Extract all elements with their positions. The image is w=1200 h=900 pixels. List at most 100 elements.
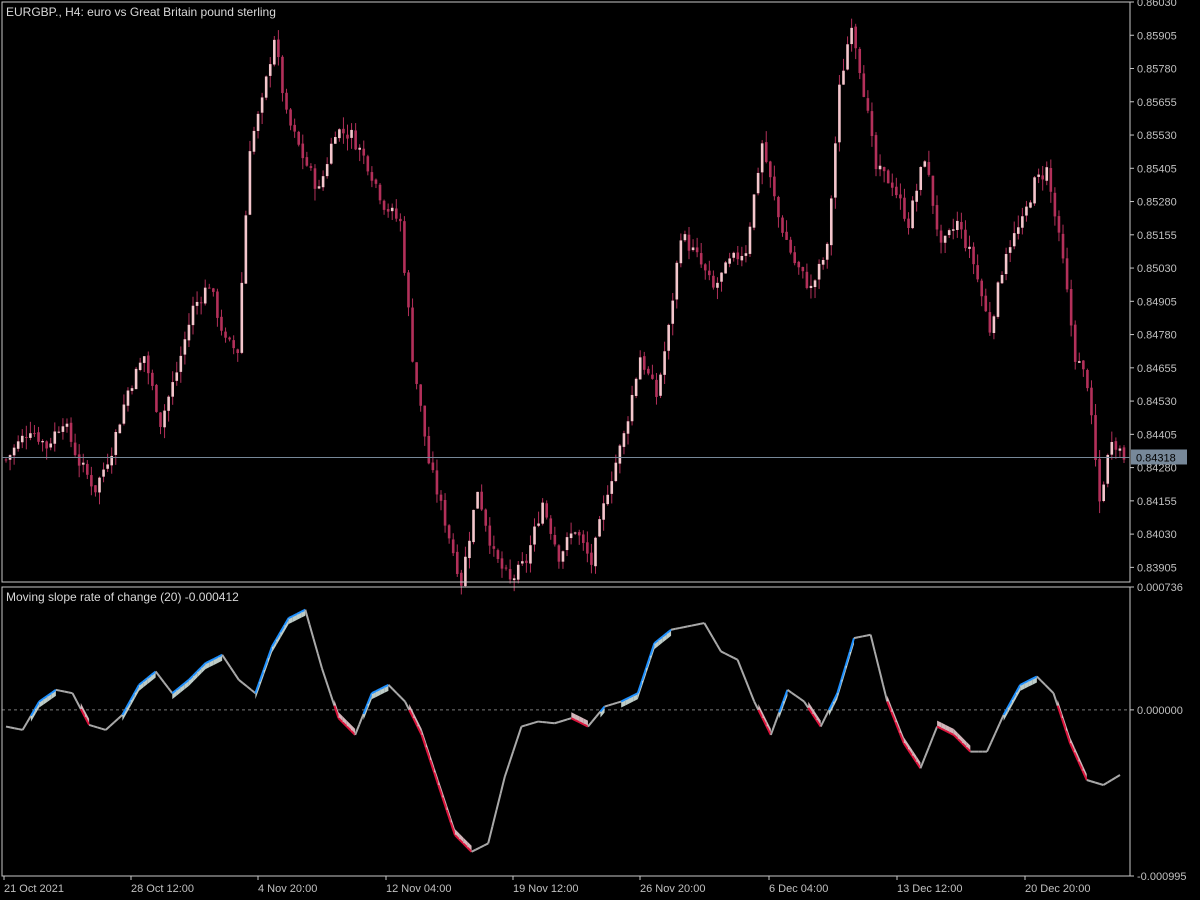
x-axis: 21 Oct 2021 28 Oct 12:00 4 Nov 20:00 12 Nov… (3, 876, 1090, 895)
candle-body (1025, 206, 1028, 216)
candle-body (756, 172, 760, 194)
candle-body (703, 264, 707, 271)
candle-body (736, 252, 740, 260)
candle-body (874, 135, 878, 170)
indicator-segment (71, 692, 78, 702)
candle-body (1061, 233, 1065, 259)
candle-body (20, 435, 24, 443)
candle-body (366, 156, 370, 172)
main-y-tick-label: 0.85280 (1137, 197, 1177, 209)
candle-body (354, 130, 357, 150)
candle-body (1118, 448, 1122, 451)
indicator-segment (769, 723, 776, 736)
indicator-segment (68, 691, 73, 695)
candle-body (130, 388, 134, 391)
indicator-segment (882, 684, 889, 702)
candle-body (651, 374, 654, 379)
x-tick-label: 6 Dec 04:00 (769, 883, 828, 895)
candle-body (943, 235, 947, 243)
indicator-segment (803, 700, 810, 709)
indicator-segment (159, 676, 165, 683)
main-panel-frame (1, 1, 1131, 583)
indicator-segment (740, 669, 747, 682)
candle-body (25, 437, 28, 439)
indicator-segment (167, 687, 174, 694)
candle-body (492, 546, 496, 549)
candle-body (1053, 192, 1057, 217)
candle-body (431, 462, 435, 471)
candle-body (1049, 168, 1053, 192)
indicator-segment (744, 680, 751, 692)
candle-body (911, 200, 914, 229)
indicator-segment (105, 725, 111, 731)
candle-body (687, 234, 691, 251)
candle-body (305, 157, 309, 166)
candle-body (659, 374, 662, 396)
main-y-tick-label: 0.84530 (1137, 396, 1177, 408)
indicator-segment (720, 650, 726, 655)
indicator-segment (728, 654, 734, 659)
candle-body (1000, 274, 1004, 284)
indicator-segment (749, 690, 756, 702)
candle-body (956, 220, 959, 230)
candle-body (789, 239, 792, 253)
candle-body (862, 73, 866, 97)
indicator-series (2, 608, 1130, 853)
indicator-segment (687, 624, 693, 628)
indicator-segment (823, 709, 830, 719)
candle-body (403, 221, 406, 273)
indicator-segment (75, 700, 82, 710)
candle-body (281, 56, 284, 94)
candle-body (976, 265, 979, 280)
candle-body (504, 567, 508, 569)
indicator-segment (1048, 688, 1055, 694)
candle-body (878, 165, 882, 170)
candle-body (122, 404, 126, 424)
candle-body (146, 355, 150, 374)
candle-body (769, 161, 772, 178)
candle-body (309, 166, 313, 168)
candle-body (724, 262, 727, 274)
candle-body (598, 519, 601, 537)
candle-body (695, 247, 699, 253)
indicator-segment (238, 679, 244, 684)
candle-body (980, 280, 984, 297)
candle-body (191, 305, 195, 326)
indicator-segment (487, 826, 494, 844)
candle-body (297, 131, 301, 145)
candle-body (329, 143, 333, 164)
chart-canvas[interactable]: 0.86030 0.85905 0.85780 0.85655 0.85530 0.854… (0, 0, 1200, 900)
indicator-segment (679, 626, 684, 630)
candle-body (667, 324, 670, 351)
indicator-segment (101, 727, 107, 731)
candle-body (1106, 454, 1110, 484)
candle-body (411, 307, 414, 362)
candle-body (118, 424, 122, 434)
candle-body (163, 410, 166, 428)
indicator-segment (525, 723, 531, 727)
candle-body (334, 137, 337, 144)
indicator-segment (358, 713, 365, 725)
indicator-segment (670, 627, 676, 631)
candle-body (61, 426, 65, 432)
candle-body (915, 190, 918, 202)
main-y-tick-label: 0.84655 (1137, 363, 1177, 375)
candle-body (626, 421, 630, 434)
indicator-segment (533, 720, 539, 724)
candle-body (866, 98, 870, 111)
candle-body (1029, 202, 1032, 208)
candle-body (793, 252, 796, 264)
indicator-segment (703, 622, 710, 631)
candle-body (508, 569, 512, 580)
indicator-segment (21, 722, 28, 731)
candle-body (374, 179, 378, 184)
candle-body (581, 534, 585, 543)
main-y-tick-label: 0.86030 (1137, 0, 1177, 9)
indicator-segment (9, 726, 15, 730)
candle-body (634, 378, 638, 396)
indicator-segment (499, 776, 506, 794)
candle-body (216, 291, 219, 318)
indicator-segment (919, 757, 926, 769)
x-tick-label: 13 Dec 12:00 (897, 883, 962, 895)
indicator-segment (5, 725, 11, 729)
